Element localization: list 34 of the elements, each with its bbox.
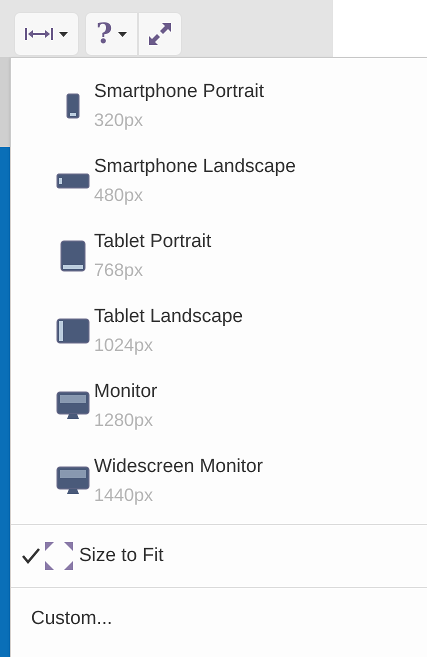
device-width: 480px xyxy=(94,184,144,207)
device-width: 1024px xyxy=(94,334,154,357)
resize-button[interactable] xyxy=(138,12,182,56)
custom-menu-item[interactable]: Custom... xyxy=(11,588,427,650)
device-name: Smartphone Portrait xyxy=(94,80,264,104)
device-name: Tablet Portrait xyxy=(94,230,212,254)
device-width: 768px xyxy=(94,258,144,282)
device-menu-item[interactable]: Widescreen Monitor 1440px xyxy=(11,443,427,518)
device-name: Widescreen Monitor xyxy=(94,454,263,478)
device-menu-item[interactable]: Tablet Portrait 768px xyxy=(11,218,427,293)
caret-icon xyxy=(59,32,68,36)
size-to-fit-menu-item[interactable]: Size to Fit xyxy=(11,525,427,587)
caret-icon xyxy=(118,32,128,36)
device-name: Tablet Landscape xyxy=(94,304,243,328)
device-name: Monitor xyxy=(94,380,158,404)
device-name: Smartphone Landscape xyxy=(94,154,296,178)
fit-arrows-icon xyxy=(45,542,73,570)
width-button[interactable] xyxy=(14,12,79,56)
device-width: 1440px xyxy=(94,484,154,507)
device-width: 1280px xyxy=(94,408,154,432)
help-button[interactable]: ? xyxy=(85,12,138,56)
monitor-icon xyxy=(56,466,90,496)
device-menu-item[interactable]: Smartphone Landscape 480px xyxy=(11,143,427,218)
device-menu-item[interactable]: Tablet Landscape 1024px xyxy=(11,293,427,368)
device-width: 320px xyxy=(94,108,144,132)
device-menu-item[interactable]: Smartphone Portrait 320px xyxy=(11,68,427,143)
monitor-icon xyxy=(56,390,90,420)
tablet-icon xyxy=(60,240,86,272)
expand-arrows-icon xyxy=(149,23,172,45)
smartphone-icon xyxy=(56,172,90,188)
width-arrows-icon xyxy=(25,27,53,41)
tablet-icon xyxy=(56,318,90,344)
device-menu-item[interactable]: Monitor 1280px xyxy=(11,368,427,443)
smartphone-icon xyxy=(66,92,80,118)
